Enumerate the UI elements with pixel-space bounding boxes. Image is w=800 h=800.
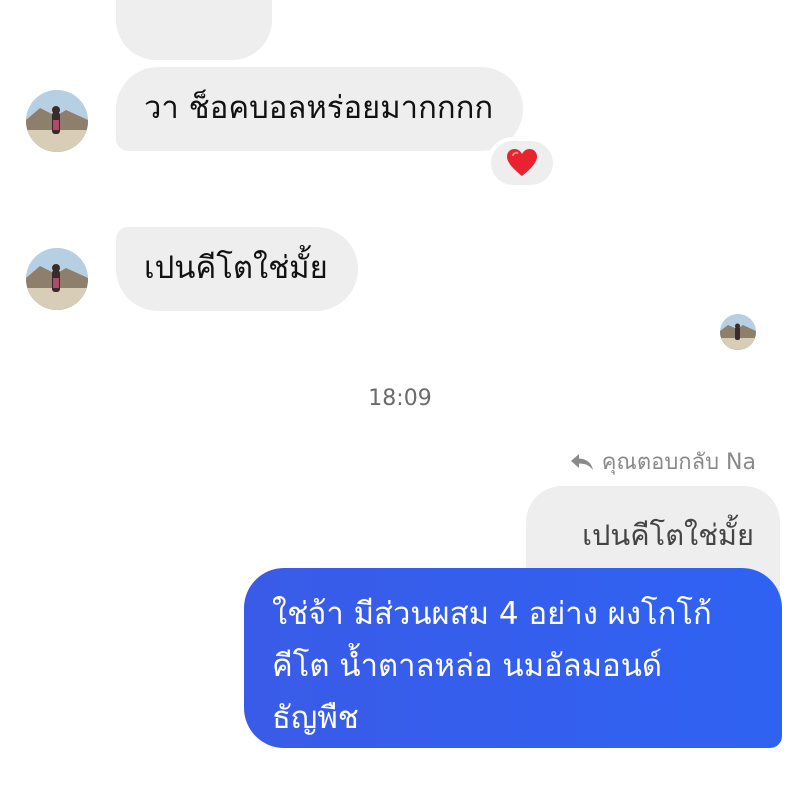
message-line: คีโต น้ำตาลหล่อ นมอัลมอนด์ (272, 648, 663, 684)
heart-icon (507, 149, 537, 176)
contact-avatar[interactable] (26, 248, 88, 310)
incoming-message[interactable]: วา ช็อคบอลหร่อยมากกกก (116, 67, 524, 151)
reply-label-text: คุณตอบกลับ Na (601, 450, 756, 475)
quoted-text: เปนคีโตใช่มั้ย (582, 518, 754, 552)
message-line: ธัญพืช (272, 700, 359, 736)
avatar-photo (26, 248, 88, 310)
reply-indicator: คุณตอบกลับ Na (570, 444, 756, 479)
message-reaction[interactable] (487, 137, 557, 189)
message-text: วา ช็อคบอลหร่อยมากกกก (144, 90, 494, 126)
avatar-photo (26, 90, 88, 152)
previous-message-bubble[interactable] (116, 0, 272, 60)
message-text: เปนคีโตใช่มั้ย (144, 250, 328, 286)
reply-arrow-icon (570, 453, 593, 470)
incoming-message[interactable]: เปนคีโตใช่มั้ย (116, 227, 358, 311)
chat-screen: วา ช็อคบอลหร่อยมากกกก เปนคีโตใช่มั้ย 18:… (0, 0, 800, 800)
contact-avatar[interactable] (26, 90, 88, 152)
avatar-photo (720, 314, 756, 350)
seen-indicator-avatar (720, 314, 756, 350)
message-line: ใช่จ้า มีส่วนผสม 4 อย่าง ผงโกโก้ (272, 596, 712, 632)
message-timestamp: 18:09 (368, 386, 432, 411)
outgoing-message[interactable]: ใช่จ้า มีส่วนผสม 4 อย่าง ผงโกโก้ คีโต น้… (244, 568, 782, 748)
